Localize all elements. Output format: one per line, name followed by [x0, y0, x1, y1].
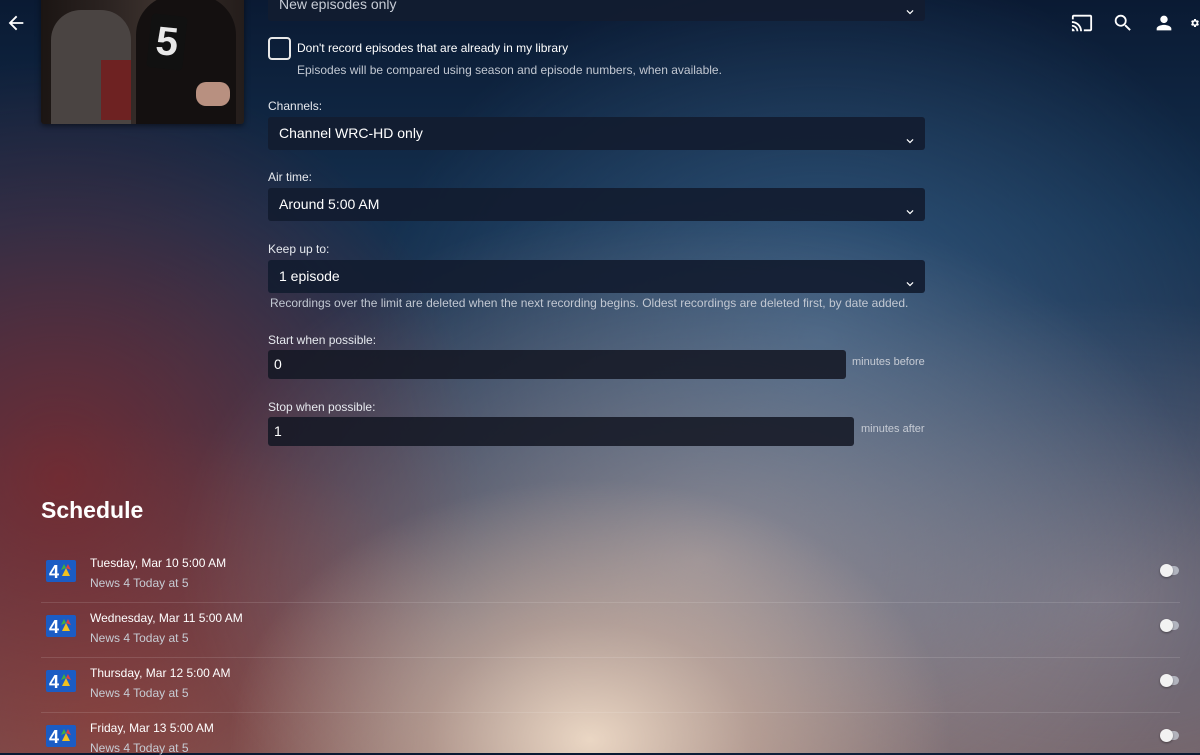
schedule-row[interactable]: 4 Friday, Mar 13 5:00 AM News 4 Today at… [41, 713, 1180, 755]
air-time-select[interactable]: Around 5:00 AM [268, 188, 925, 221]
cast-icon [1071, 14, 1093, 32]
episodes-select[interactable]: New episodes only [268, 0, 925, 21]
nbc4-logo: 4 [46, 560, 76, 582]
stop-when-possible-input[interactable]: 1 [268, 417, 854, 446]
chevron-down-icon [903, 127, 917, 144]
microphone-flag: 5 [146, 13, 188, 71]
arrow-back-icon [8, 15, 24, 31]
chevron-down-icon [903, 270, 917, 287]
cast-button[interactable] [1070, 11, 1094, 35]
channels-select-value: Channel WRC-HD only [279, 125, 423, 141]
back-button[interactable] [4, 11, 28, 35]
start-when-possible-label: Start when possible: [268, 333, 377, 347]
chevron-down-icon [903, 198, 917, 215]
record-toggle[interactable] [1160, 564, 1179, 577]
schedule-row[interactable]: 4 Tuesday, Mar 10 5:00 AM News 4 Today a… [41, 548, 1180, 603]
record-toggle[interactable] [1160, 674, 1179, 687]
start-when-possible-input[interactable]: 0 [268, 350, 846, 379]
schedule-date: Wednesday, Mar 11 5:00 AM [90, 611, 243, 625]
schedule-date: Thursday, Mar 12 5:00 AM [90, 666, 231, 680]
record-toggle[interactable] [1160, 619, 1179, 632]
channels-select[interactable]: Channel WRC-HD only [268, 117, 925, 150]
svg-text:4: 4 [49, 617, 59, 637]
settings-button[interactable] [1190, 11, 1200, 35]
channels-label: Channels: [268, 99, 323, 113]
episodes-select-value: New episodes only [279, 0, 397, 12]
stop-suffix: minutes after [861, 423, 925, 435]
air-time-label: Air time: [268, 170, 313, 184]
library-checkbox-helper: Episodes will be compared using season a… [297, 63, 722, 77]
schedule-date: Tuesday, Mar 10 5:00 AM [90, 556, 227, 570]
schedule-program-name: News 4 Today at 5 [90, 686, 189, 700]
svg-text:4: 4 [49, 562, 59, 582]
keep-up-to-select[interactable]: 1 episode [268, 260, 925, 293]
start-suffix: minutes before [852, 356, 925, 368]
user-icon [1156, 15, 1172, 31]
schedule-date: Friday, Mar 13 5:00 AM [90, 721, 214, 735]
chevron-down-icon [903, 0, 917, 15]
search-icon [1114, 14, 1131, 31]
nbc4-logo: 4 [46, 725, 76, 747]
schedule-row[interactable]: 4 Wednesday, Mar 11 5:00 AM News 4 Today… [41, 603, 1180, 658]
library-checkbox[interactable] [268, 37, 291, 60]
library-checkbox-label: Don't record episodes that are already i… [297, 41, 569, 55]
air-time-select-value: Around 5:00 AM [279, 196, 380, 212]
program-poster: 5 [41, 0, 244, 124]
record-toggle[interactable] [1160, 729, 1179, 742]
schedule-program-name: News 4 Today at 5 [90, 631, 189, 645]
search-button[interactable] [1111, 11, 1135, 35]
nbc4-logo: 4 [46, 615, 76, 637]
keep-up-to-select-value: 1 episode [279, 268, 340, 284]
schedule-row[interactable]: 4 Thursday, Mar 12 5:00 AM News 4 Today … [41, 658, 1180, 713]
nbc4-logo: 4 [46, 670, 76, 692]
stop-when-possible-label: Stop when possible: [268, 400, 376, 414]
schedule-program-name: News 4 Today at 5 [90, 576, 189, 590]
schedule-heading: Schedule [41, 497, 144, 523]
user-button[interactable] [1152, 11, 1176, 35]
keep-up-to-label: Keep up to: [268, 242, 330, 256]
svg-text:4: 4 [49, 727, 59, 747]
svg-text:4: 4 [49, 672, 59, 692]
keep-up-to-helper: Recordings over the limit are deleted wh… [270, 296, 909, 310]
settings-icon [1191, 19, 1199, 27]
